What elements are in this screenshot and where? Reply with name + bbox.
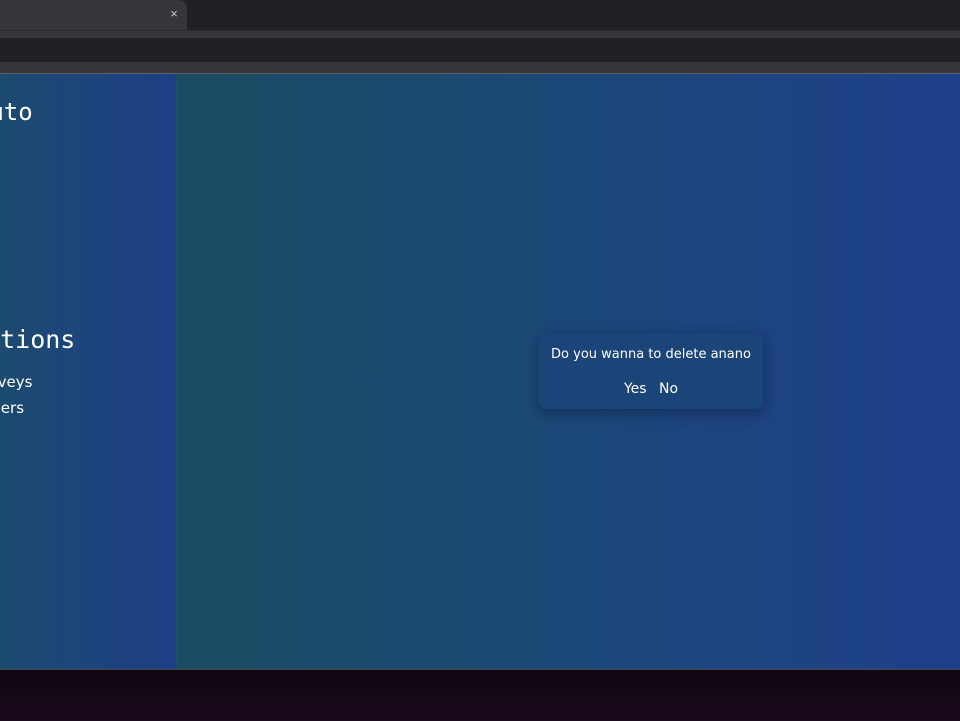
brand-title: tsAuto: [0, 98, 33, 126]
delete-confirm-dialog: Do you wanna to delete anano Yes No: [539, 333, 763, 409]
yes-button[interactable]: Yes: [620, 381, 651, 397]
sidebar-nav: urveys Users: [0, 372, 32, 424]
sidebar-item-users[interactable]: Users: [0, 398, 32, 424]
close-icon[interactable]: ×: [166, 6, 182, 22]
sidebar-item-surveys[interactable]: urveys: [0, 372, 32, 398]
dialog-actions: Yes No: [539, 380, 763, 398]
page-viewport: tsAuto ections urveys Users Do you wanna…: [0, 74, 960, 669]
browser-tab-strip: ×: [0, 0, 960, 30]
sidebar: tsAuto ections urveys Users: [0, 74, 176, 669]
address-bar[interactable]: [0, 38, 960, 62]
browser-toolbar: [0, 30, 960, 67]
main-content: Do you wanna to delete anano Yes No: [177, 74, 960, 669]
browser-tab[interactable]: ×: [0, 0, 187, 30]
no-button[interactable]: No: [655, 381, 682, 397]
dialog-message: Do you wanna to delete anano: [551, 347, 751, 362]
desktop-background: [0, 669, 960, 721]
bookmarks-bar: [0, 66, 960, 74]
sections-heading: ections: [0, 325, 76, 354]
